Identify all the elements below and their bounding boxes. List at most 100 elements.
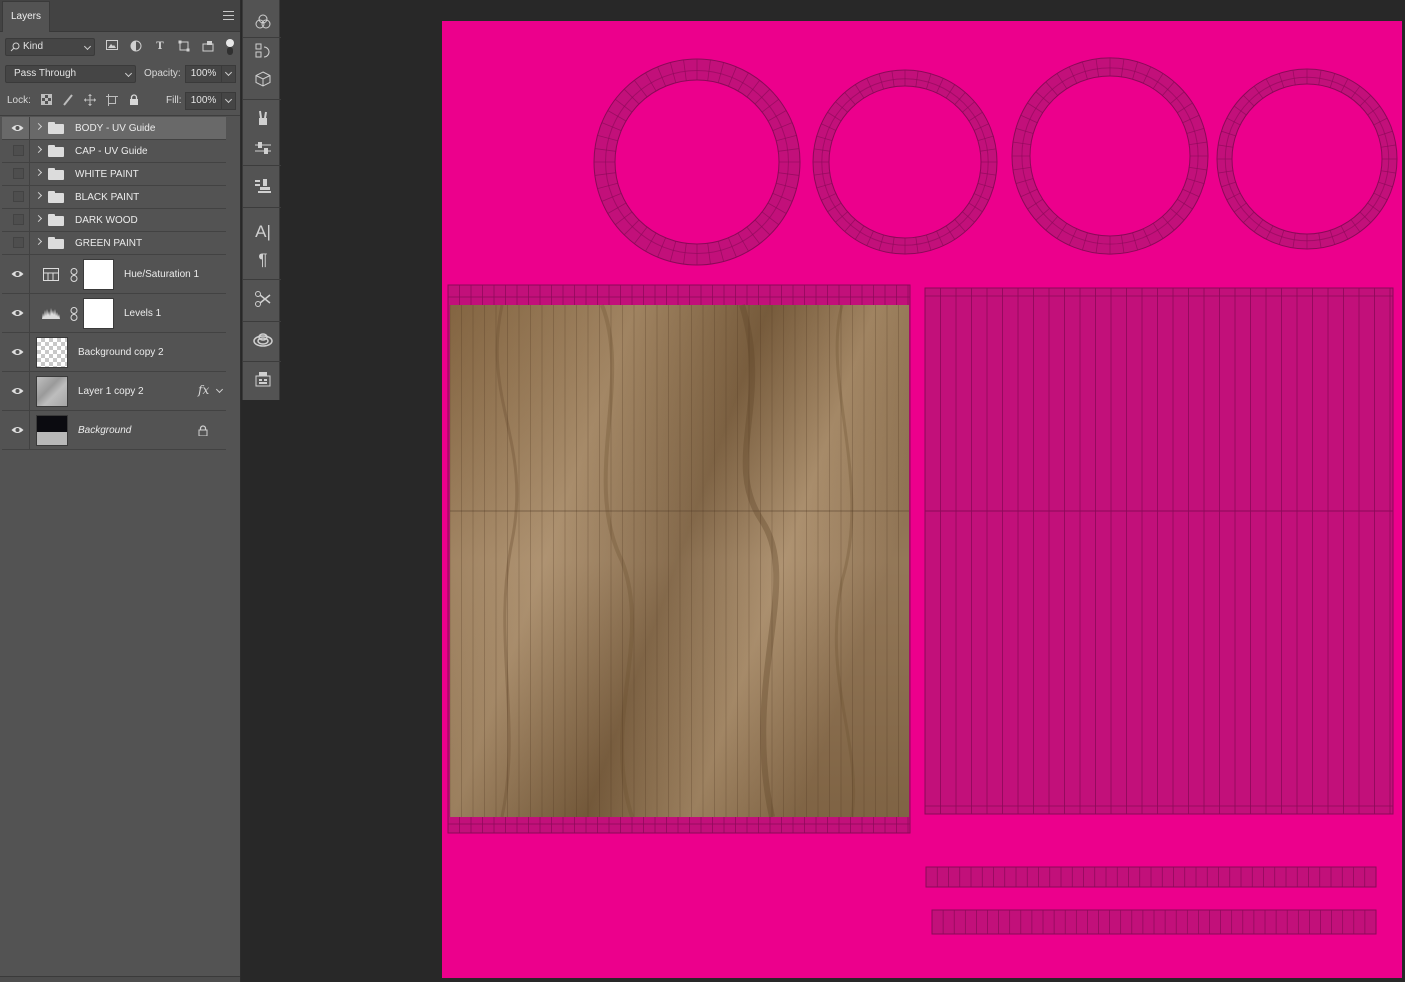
3d-cube-icon[interactable] <box>253 71 273 91</box>
layer-row[interactable]: GREEN PAINT <box>2 232 226 255</box>
visibility-toggle[interactable] <box>4 333 30 371</box>
lock-position-icon[interactable] <box>83 94 97 108</box>
layer-row[interactable]: CAP - UV Guide <box>2 140 226 163</box>
chevron-down-icon[interactable] <box>215 385 224 394</box>
lock-all-icon[interactable] <box>127 94 141 108</box>
properties-icon[interactable] <box>253 371 273 391</box>
blend-mode-select[interactable]: Pass Through <box>5 65 136 83</box>
lock-transparent-pixels-icon[interactable] <box>39 94 53 108</box>
lock-image-pixels-icon[interactable] <box>61 94 75 108</box>
layer-row[interactable]: Layer 1 copy 2 fx <box>2 372 226 411</box>
expand-caret-icon[interactable] <box>34 122 43 131</box>
uv-ring <box>1216 68 1398 250</box>
filter-row: Kind T <box>5 38 237 56</box>
opacity-field[interactable]: 100% <box>185 65 222 83</box>
uv-ring <box>1011 57 1209 255</box>
search-icon <box>10 42 20 52</box>
layer-row[interactable]: Background <box>2 411 226 450</box>
cap-uv-rings <box>593 57 1398 266</box>
layers-tab[interactable]: Layers <box>2 1 50 32</box>
shape-filter-icon[interactable] <box>177 40 191 54</box>
layer-name: Layer 1 copy 2 <box>78 386 144 397</box>
fill-field[interactable]: 100% <box>185 92 222 110</box>
expand-caret-icon[interactable] <box>34 214 43 223</box>
uv-strip <box>925 866 1377 888</box>
folder-icon <box>48 145 64 157</box>
paragraph-icon[interactable]: ¶ <box>253 250 273 270</box>
fill-dropdown-button[interactable] <box>221 92 236 110</box>
uv-strip <box>931 909 1377 935</box>
uv-layout-artwork <box>447 57 1398 935</box>
image-filter-icon[interactable] <box>105 40 119 54</box>
panel-menu-icon[interactable] <box>223 11 234 20</box>
tool-group: A| ¶ <box>243 208 281 280</box>
fill-label: Fill: <box>166 95 182 106</box>
panel-tab-bar: Layers <box>0 0 240 32</box>
uv-ring <box>593 58 801 266</box>
layer-name: DARK WOOD <box>75 215 138 226</box>
brush-settings-icon[interactable] <box>253 140 273 160</box>
visibility-toggle[interactable] <box>4 372 30 410</box>
layer-row[interactable]: BLACK PAINT <box>2 186 226 209</box>
visibility-toggle[interactable] <box>4 411 30 449</box>
character-icon[interactable]: A| <box>253 222 273 242</box>
channels-icon[interactable] <box>253 14 273 34</box>
history-icon[interactable] <box>253 43 273 63</box>
layer-row[interactable]: Hue/Saturation 1 <box>2 255 226 294</box>
tool-group <box>243 322 281 362</box>
link-icon[interactable] <box>69 307 79 321</box>
layer-mask-thumbnail[interactable] <box>83 259 114 290</box>
smart-object-filter-icon[interactable] <box>201 40 215 54</box>
libraries-icon[interactable] <box>253 332 273 352</box>
link-icon[interactable] <box>69 268 79 282</box>
filter-toggle[interactable] <box>225 38 235 56</box>
opacity-label: Opacity: <box>144 68 181 79</box>
blend-row: Pass Through Opacity: 100% <box>5 65 237 83</box>
visibility-toggle[interactable] <box>4 163 30 185</box>
panel-icon-strip: A| ¶ <box>242 0 281 400</box>
visibility-toggle[interactable] <box>4 186 30 208</box>
chevron-down-icon <box>224 68 233 77</box>
visibility-toggle[interactable] <box>4 294 30 332</box>
lock-artboard-icon[interactable] <box>105 94 119 108</box>
brushes-icon[interactable] <box>253 110 273 130</box>
layers-panel: Layers Kind T Pass Through Opacity: 100%… <box>0 0 241 982</box>
expand-caret-icon[interactable] <box>34 145 43 154</box>
layer-row[interactable]: Background copy 2 <box>2 333 226 372</box>
clone-source-icon[interactable] <box>253 178 273 198</box>
type-filter-icon[interactable]: T <box>153 40 167 54</box>
opacity-dropdown-button[interactable] <box>221 65 236 83</box>
layer-name: BLACK PAINT <box>75 192 140 203</box>
layer-effects-icon[interactable]: fx <box>198 383 209 397</box>
layer-thumbnail[interactable] <box>36 337 68 368</box>
expand-caret-icon[interactable] <box>34 191 43 200</box>
expand-caret-icon[interactable] <box>34 237 43 246</box>
visibility-toggle[interactable] <box>4 255 30 293</box>
panel-footer <box>0 976 240 982</box>
folder-icon <box>48 168 64 180</box>
layer-row[interactable]: BODY - UV Guide <box>2 117 226 140</box>
uv-strips <box>925 866 1377 935</box>
visibility-toggle[interactable] <box>4 117 30 139</box>
visibility-toggle[interactable] <box>4 232 30 254</box>
adjustment-filter-icon[interactable] <box>129 40 143 54</box>
eye-icon <box>11 271 24 277</box>
layer-row[interactable]: Levels 1 <box>2 294 226 333</box>
layer-name: Levels 1 <box>124 308 162 319</box>
layer-thumbnail[interactable] <box>36 415 68 446</box>
body-uv-pink-shell <box>924 287 1394 815</box>
folder-icon <box>48 122 64 134</box>
document-canvas[interactable] <box>442 21 1402 978</box>
filter-kind-select[interactable]: Kind <box>5 38 95 56</box>
expand-caret-icon[interactable] <box>34 168 43 177</box>
layer-mask-thumbnail[interactable] <box>83 298 114 329</box>
tool-group <box>243 280 281 322</box>
visibility-toggle[interactable] <box>4 209 30 231</box>
layer-row[interactable]: WHITE PAINT <box>2 163 226 186</box>
tool-presets-icon[interactable] <box>253 291 273 311</box>
eye-icon <box>11 310 24 316</box>
visibility-toggle[interactable] <box>4 140 30 162</box>
layer-row[interactable]: DARK WOOD <box>2 209 226 232</box>
hue-saturation-icon <box>42 268 60 282</box>
layer-thumbnail[interactable] <box>36 376 68 407</box>
